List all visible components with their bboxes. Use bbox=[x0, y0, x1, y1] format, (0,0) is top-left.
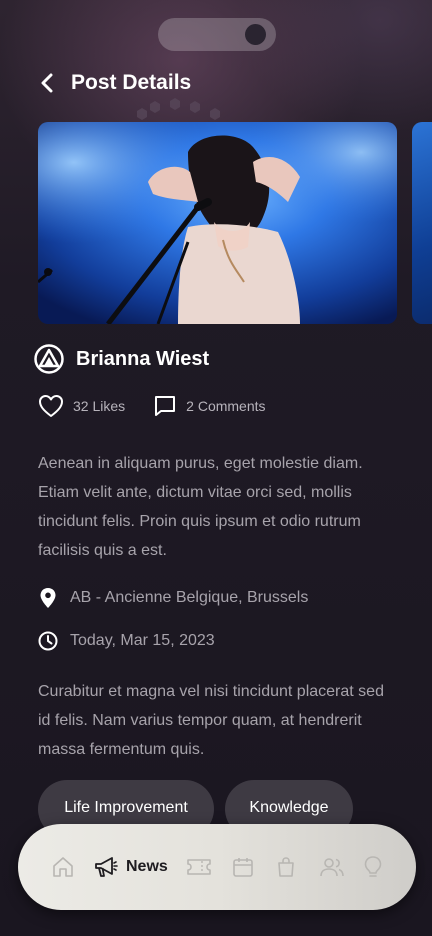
ticket-icon bbox=[187, 859, 211, 875]
comments-button[interactable]: 2 Comments bbox=[153, 394, 266, 418]
post-stats: 32 Likes 2 Comments bbox=[38, 394, 266, 418]
clock-icon bbox=[38, 631, 58, 651]
lightbulb-icon bbox=[364, 856, 382, 877]
nav-tickets[interactable] bbox=[186, 854, 212, 880]
post-photo[interactable] bbox=[38, 122, 397, 324]
comments-count: 2 Comments bbox=[186, 398, 266, 414]
header: Post Details bbox=[36, 66, 191, 100]
heart-icon bbox=[39, 395, 63, 417]
like-button[interactable]: 32 Likes bbox=[38, 394, 125, 418]
nav-home[interactable] bbox=[52, 854, 74, 880]
post-location: AB - Ancienne Belgique, Brussels bbox=[38, 587, 308, 609]
nav-news[interactable]: News bbox=[94, 854, 168, 880]
nav-news-label: News bbox=[126, 858, 168, 875]
nav-shop[interactable] bbox=[276, 854, 296, 880]
shopping-bag-icon bbox=[278, 857, 294, 877]
status-pill bbox=[158, 18, 276, 51]
back-button[interactable] bbox=[36, 72, 58, 94]
author-name: Brianna Wiest bbox=[76, 347, 210, 370]
date-text: Today, Mar 15, 2023 bbox=[70, 632, 215, 649]
author-logo-icon bbox=[34, 344, 64, 374]
post-date: Today, Mar 15, 2023 bbox=[38, 631, 215, 651]
comment-icon bbox=[155, 396, 176, 416]
post-description: Aenean in aliquam purus, eget molestie d… bbox=[38, 455, 363, 559]
people-icon bbox=[320, 858, 344, 877]
page-title: Post Details bbox=[71, 71, 192, 94]
megaphone-icon bbox=[95, 857, 118, 877]
location-pin-icon bbox=[40, 588, 56, 608]
chevron-left-icon bbox=[41, 73, 53, 93]
likes-count: 32 Likes bbox=[73, 398, 126, 414]
home-icon bbox=[53, 857, 73, 877]
location-text: AB - Ancienne Belgique, Brussels bbox=[70, 589, 309, 606]
camera-dot bbox=[245, 24, 266, 45]
nav-community[interactable] bbox=[319, 854, 345, 880]
next-photo-preview[interactable] bbox=[412, 122, 432, 324]
bottom-nav: News bbox=[18, 824, 416, 910]
nav-ideas[interactable] bbox=[363, 854, 383, 880]
post-body: Curabitur et magna vel nisi tincidunt pl… bbox=[38, 683, 384, 758]
singer-photo-image bbox=[38, 122, 397, 324]
calendar-icon bbox=[233, 858, 253, 877]
nav-calendar[interactable] bbox=[232, 854, 254, 880]
author[interactable]: Brianna Wiest bbox=[34, 344, 209, 374]
